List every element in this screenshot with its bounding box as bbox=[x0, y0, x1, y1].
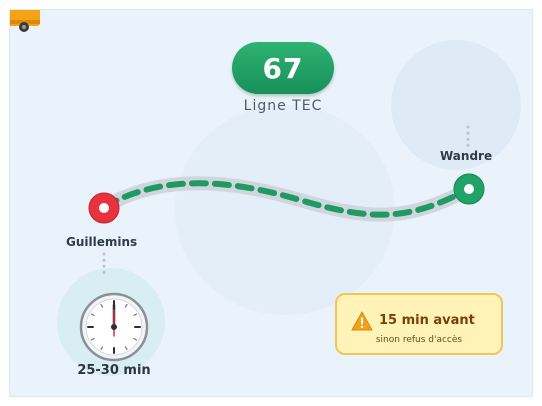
warning-box: 15 min avant sinon refus d'accès bbox=[335, 293, 503, 355]
line-number-badge: 67 bbox=[232, 42, 334, 94]
end-stop-label: Wandre bbox=[440, 149, 493, 163]
start-stop-label: Guillemins bbox=[66, 235, 138, 249]
warning-icon bbox=[351, 311, 373, 331]
trip-duration: 25-30 min bbox=[77, 363, 151, 378]
clock-icon bbox=[79, 292, 149, 362]
end-stop-icon bbox=[453, 173, 485, 205]
warning-title: 15 min avant bbox=[379, 313, 475, 328]
warning-subtitle: sinon refus d'accès bbox=[375, 335, 463, 345]
start-stop-icon bbox=[88, 192, 120, 224]
line-label: Ligne TEC bbox=[243, 98, 323, 114]
route-card: 67 Ligne TEC Guillemins Wandre 25-30 min bbox=[9, 9, 533, 397]
line-number: 67 bbox=[262, 51, 304, 85]
